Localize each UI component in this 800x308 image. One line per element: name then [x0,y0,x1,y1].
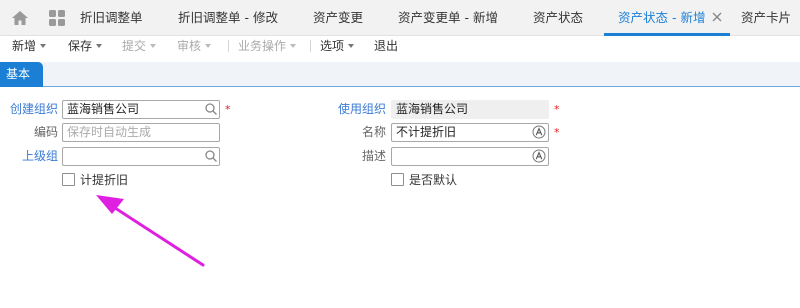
depreciate-checkbox[interactable] [62,173,75,186]
business-operations-label: 业务操作 [238,39,287,53]
options-button[interactable]: 选项 [320,36,355,56]
submit-button[interactable]: 提交 [122,36,157,56]
arrow-head [96,195,124,214]
tab-asset-card[interactable]: 资产卡片 [741,0,791,36]
tab-strip: 折旧调整单 折旧调整单 - 修改 资产变更 资产变更单 - 新增 资产状态 资产… [0,0,800,36]
code-field[interactable]: 保存时自动生成 [62,123,220,142]
chevron-down-icon [348,43,355,48]
name-value: 不计提折旧 [396,125,457,139]
business-operations-button[interactable]: 业务操作 [238,36,297,56]
toolbar-divider [228,40,229,52]
search-icon[interactable] [204,149,218,163]
default-checkbox-label: 是否默认 [409,173,458,187]
new-button[interactable]: 新增 [12,36,47,56]
home-icon[interactable] [10,8,30,28]
exit-button[interactable]: 退出 [374,36,398,56]
tab-depreciation-adjust-edit[interactable]: 折旧调整单 - 修改 [178,0,278,36]
search-icon[interactable] [204,102,218,116]
multilingual-icon[interactable] [532,149,546,163]
required-mark: * [554,126,560,139]
use-org-field: 蓝海销售公司 [391,100,549,119]
save-button-label: 保存 [68,39,93,53]
tab-basic[interactable]: 基本 [0,62,43,87]
audit-button-label: 审核 [177,39,202,53]
tab-asset-status-new[interactable]: 资产状态 - 新增 [618,0,705,36]
name-field[interactable]: 不计提折旧 [391,123,549,142]
toolbar: 新增 保存 提交 审核 业务操作 选项 退出 [0,36,800,56]
chevron-down-icon [150,43,157,48]
parent-group-field[interactable] [62,147,220,166]
app-grid-icon[interactable] [48,9,66,27]
chevron-down-icon [40,43,47,48]
options-button-label: 选项 [320,39,345,53]
create-org-label[interactable]: 创建组织 [8,100,58,118]
audit-button[interactable]: 审核 [177,36,212,56]
create-org-field[interactable]: 蓝海销售公司 [62,100,220,119]
description-label: 描述 [361,149,386,163]
description-field[interactable] [391,147,549,166]
parent-group-label[interactable]: 上级组 [8,147,58,165]
chevron-down-icon [96,43,103,48]
arrow-shaft [110,204,205,267]
use-org-label[interactable]: 使用组织 [330,100,386,118]
code-label: 编码 [33,125,58,139]
use-org-value: 蓝海销售公司 [396,102,469,116]
code-placeholder: 保存时自动生成 [67,125,152,139]
save-button[interactable]: 保存 [68,36,103,56]
chevron-down-icon [290,43,297,48]
multilingual-icon[interactable] [532,125,546,139]
chevron-down-icon [205,43,212,48]
new-button-label: 新增 [12,39,37,53]
tab-asset-status[interactable]: 资产状态 [533,0,583,36]
tab-asset-change[interactable]: 资产变更 [313,0,363,36]
tab-depreciation-adjust[interactable]: 折旧调整单 [80,0,143,36]
name-label: 名称 [361,125,386,139]
default-checkbox[interactable] [391,173,404,186]
close-tab-icon[interactable] [711,11,723,23]
toolbar-divider [310,40,311,52]
submit-button-label: 提交 [122,39,147,53]
depreciate-checkbox-label: 计提折旧 [80,173,129,187]
required-mark: * [554,103,560,116]
section-bar: 基本 [0,62,800,87]
create-org-value: 蓝海销售公司 [67,102,140,116]
required-mark: * [225,103,231,116]
tab-asset-change-new[interactable]: 资产变更单 - 新增 [398,0,498,36]
